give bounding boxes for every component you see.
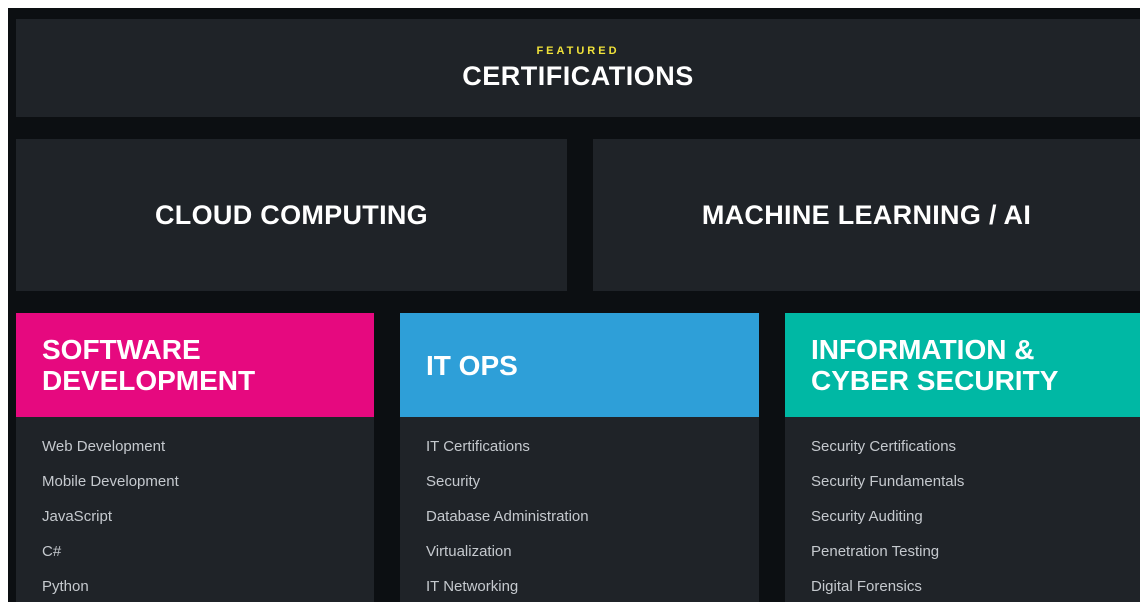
column-title: IT OPS: [426, 349, 518, 381]
certifications-page: FEATURED CERTIFICATIONS CLOUD COMPUTING …: [8, 8, 1140, 602]
list-item[interactable]: Digital Forensics: [811, 577, 1140, 602]
featured-kicker: FEATURED: [536, 44, 620, 57]
category-label: CLOUD COMPUTING: [155, 199, 428, 230]
column-header-information-cyber-security[interactable]: INFORMATION & CYBER SECURITY: [785, 313, 1140, 417]
list-item[interactable]: Mobile Development: [42, 472, 374, 507]
column-list-software-development: Web Development Mobile Development JavaS…: [16, 417, 374, 602]
list-item[interactable]: Web Development: [42, 437, 374, 472]
list-item[interactable]: Database Administration: [426, 507, 759, 542]
category-label: MACHINE LEARNING / AI: [701, 199, 1032, 230]
list-item[interactable]: Virtualization: [426, 542, 759, 577]
column-title: INFORMATION & CYBER SECURITY: [811, 334, 1059, 396]
list-item[interactable]: IT Certifications: [426, 437, 759, 472]
column-list-it-ops: IT Certifications Security Database Admi…: [400, 417, 759, 602]
list-item[interactable]: C#: [42, 542, 374, 577]
list-item[interactable]: Penetration Testing: [811, 542, 1140, 577]
list-item[interactable]: JavaScript: [42, 507, 374, 542]
featured-title: CERTIFICATIONS: [462, 60, 694, 91]
list-item[interactable]: Security Certifications: [811, 437, 1140, 472]
column-list-information-cyber-security: Security Certifications Security Fundame…: [785, 417, 1140, 602]
list-item[interactable]: Security: [426, 472, 759, 507]
column-header-it-ops[interactable]: IT OPS: [400, 313, 759, 417]
category-machine-learning[interactable]: MACHINE LEARNING / AI: [593, 139, 1140, 291]
list-item[interactable]: Python: [42, 577, 374, 602]
featured-header: FEATURED CERTIFICATIONS: [16, 19, 1140, 117]
category-cloud-computing[interactable]: CLOUD COMPUTING: [16, 139, 567, 291]
list-item[interactable]: Security Auditing: [811, 507, 1140, 542]
list-item[interactable]: Security Fundamentals: [811, 472, 1140, 507]
column-header-software-development[interactable]: SOFTWARE DEVELOPMENT: [16, 313, 374, 417]
list-item[interactable]: IT Networking: [426, 577, 759, 602]
column-title: SOFTWARE DEVELOPMENT: [42, 334, 256, 396]
